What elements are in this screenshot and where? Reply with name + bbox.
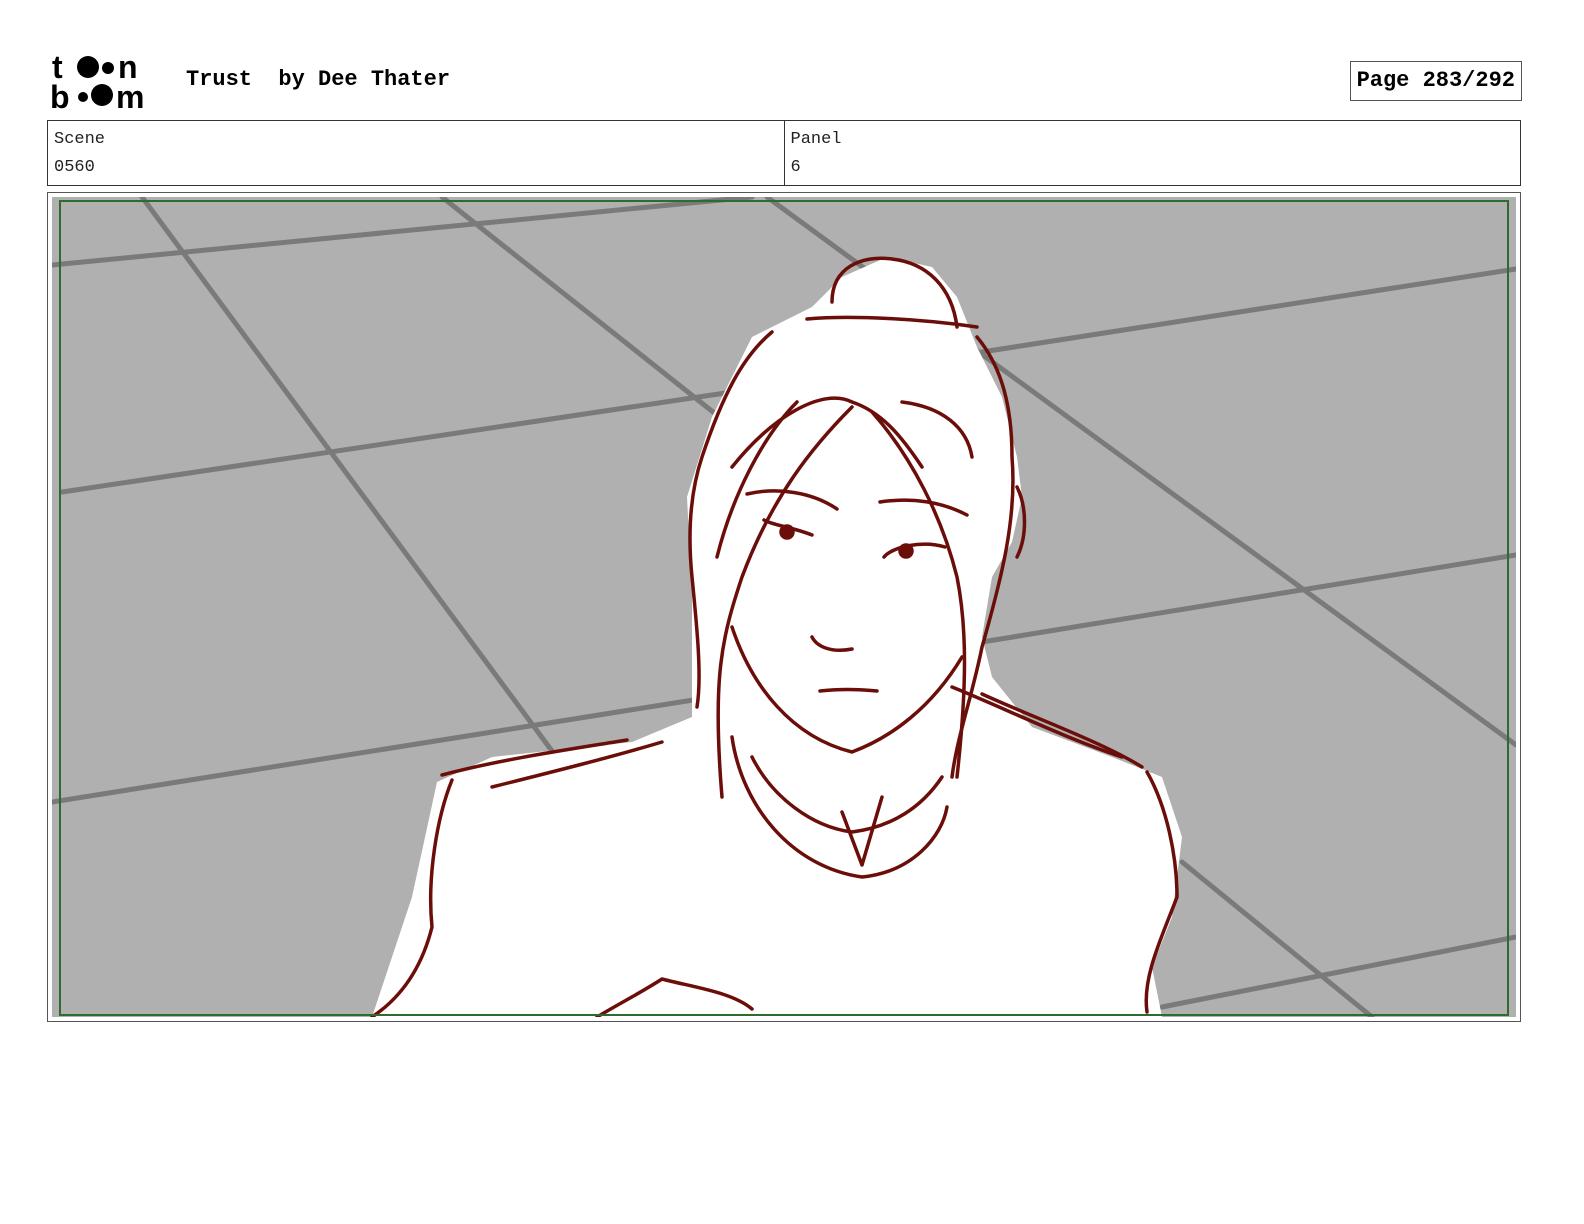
panel-label: Panel [790,130,842,149]
scene-cell: Scene 0560 [48,121,784,185]
svg-text:m: m [116,79,144,112]
storyboard-title: Trust by Dee Thater [186,67,451,92]
panel-cell: Panel 6 [783,121,1521,185]
scene-value: 0560 [54,158,95,177]
storyboard-panel [47,192,1521,1022]
scene-panel-info: Scene 0560 Panel 6 [47,120,1521,186]
panel-value: 6 [790,158,801,177]
toon-boom-logo: t n b m [50,50,144,112]
page-number: Page 283/292 [1349,61,1522,101]
scene-label: Scene [54,130,106,149]
svg-text:b: b [50,79,70,112]
panel-drawing [52,197,1516,1017]
